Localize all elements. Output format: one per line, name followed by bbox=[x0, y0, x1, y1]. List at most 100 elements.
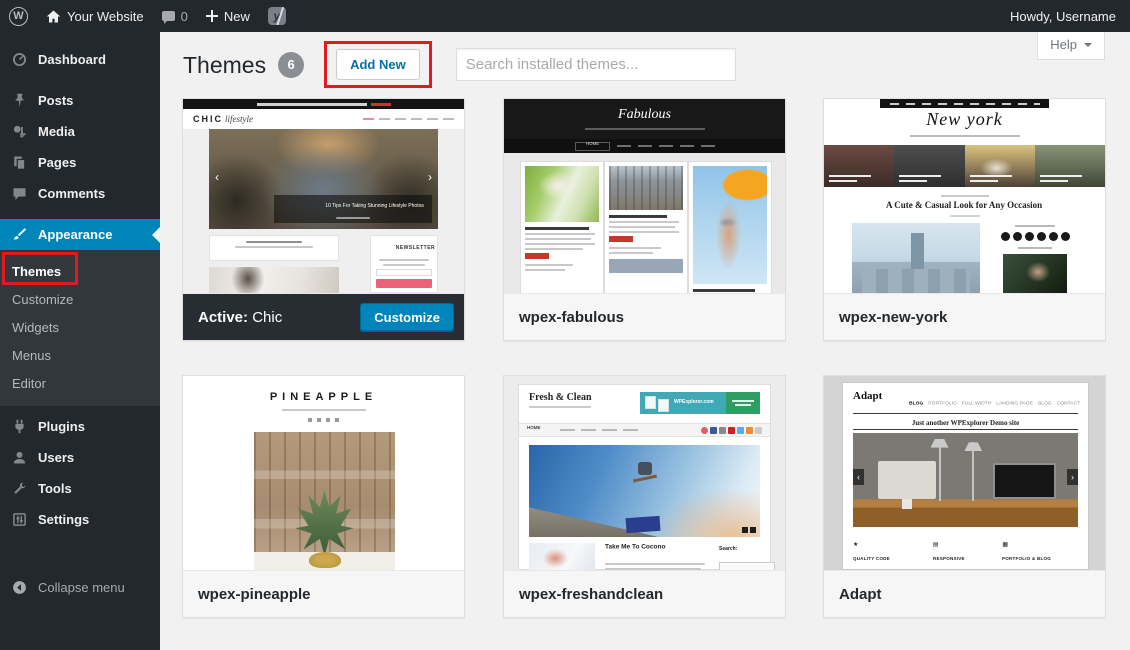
submenu-item-editor[interactable]: Editor bbox=[0, 369, 160, 397]
chic-nav bbox=[363, 118, 454, 120]
theme-name: wpex-freshandclean bbox=[519, 586, 663, 603]
chic-newsletter-box: NEWSLETTER bbox=[370, 235, 438, 293]
theme-count-badge: 6 bbox=[278, 52, 304, 78]
add-new-button[interactable]: Add New bbox=[336, 49, 420, 80]
post-photo bbox=[525, 166, 599, 222]
sidebar-item-media[interactable]: Media bbox=[0, 116, 160, 147]
slider-next-icon: › bbox=[428, 171, 432, 183]
paintbrush-icon bbox=[10, 227, 29, 242]
submenu-item-widgets[interactable]: Widgets bbox=[0, 313, 160, 341]
search-themes-input[interactable] bbox=[456, 48, 736, 81]
theme-preview-fabulous: Fabulous HOME bbox=[504, 99, 785, 293]
media-icon bbox=[10, 124, 29, 139]
theme-card-adapt[interactable]: Adapt BLOG PORTFOLIO FULL WIDTH LANDING … bbox=[823, 375, 1106, 618]
sidebar-label: Posts bbox=[38, 93, 73, 108]
sidebar-label: Tools bbox=[38, 481, 72, 496]
sidebar-item-tools[interactable]: Tools bbox=[0, 473, 160, 504]
help-label: Help bbox=[1050, 37, 1077, 52]
sidebar-item-plugins[interactable]: Plugins bbox=[0, 411, 160, 442]
wordpress-logo-icon: W bbox=[9, 7, 28, 26]
yoast-icon: y bbox=[268, 7, 286, 25]
submenu-label: Themes bbox=[12, 264, 61, 279]
chic-hero-photo: ‹ › 10 Tips For Taking Stunning Lifestyl… bbox=[209, 129, 438, 229]
slider-controls bbox=[742, 527, 756, 533]
desk-lamp bbox=[972, 442, 974, 500]
theme-card-new-york[interactable]: New york A Cute & Casual Look for Any Oc… bbox=[823, 98, 1106, 341]
sidebar-item-comments[interactable]: Comments bbox=[0, 178, 160, 209]
fabulous-header: Fabulous bbox=[504, 99, 785, 139]
fabulous-post-card bbox=[688, 161, 772, 293]
slider-next-icon: › bbox=[1067, 469, 1078, 485]
collapse-menu-button[interactable]: Collapse menu bbox=[0, 572, 160, 603]
sidebar-item-posts[interactable]: Posts bbox=[0, 85, 160, 116]
active-theme-bar: Active: Chic Customize bbox=[183, 293, 464, 340]
sidebar-item-pages[interactable]: Pages bbox=[0, 147, 160, 178]
sidebar-item-settings[interactable]: Settings bbox=[0, 504, 160, 535]
theme-name: Adapt bbox=[839, 586, 882, 603]
adapt-tagline: Just another WPExplorer Demo site bbox=[843, 416, 1088, 434]
read-more-chip bbox=[609, 236, 633, 242]
submenu-label: Menus bbox=[12, 348, 51, 363]
freshandclean-page: Fresh & Clean WPExplorer.com HOME bbox=[518, 384, 771, 570]
plugin-icon bbox=[10, 419, 29, 434]
submenu-item-themes[interactable]: Themes bbox=[0, 257, 160, 285]
freshandclean-nav: HOME bbox=[519, 423, 770, 437]
chevron-down-icon bbox=[1084, 43, 1092, 51]
submenu-item-customize[interactable]: Customize bbox=[0, 285, 160, 313]
fabulous-post-card bbox=[520, 161, 604, 293]
black-monitor bbox=[993, 463, 1056, 499]
freshandclean-post: Take Me To Cocono bbox=[605, 541, 709, 570]
submenu-label: Editor bbox=[12, 376, 46, 391]
chic-header: CHIC lifestyle bbox=[183, 109, 464, 129]
pushpin-icon bbox=[10, 93, 29, 108]
page-title: Themes bbox=[183, 50, 266, 80]
strip-photo bbox=[1035, 145, 1105, 187]
theme-card-fabulous[interactable]: Fabulous HOME bbox=[503, 98, 786, 341]
chic-topbar bbox=[183, 99, 464, 109]
active-theme-name: Active: Chic bbox=[198, 309, 282, 326]
theme-card-pineapple[interactable]: PINEAPPLE wpex-pineapple bbox=[182, 375, 465, 618]
about-photo bbox=[1003, 254, 1067, 293]
feature-column: ★QUALITY CODE bbox=[853, 533, 927, 570]
howdy-account-menu[interactable]: Howdy, Username bbox=[1010, 9, 1130, 24]
comments-shortcut[interactable]: 0 bbox=[153, 0, 197, 32]
social-icons bbox=[701, 427, 762, 434]
collapse-label: Collapse menu bbox=[38, 580, 125, 595]
slider-prev-icon: ‹ bbox=[215, 171, 219, 183]
newyork-city-photo bbox=[852, 223, 980, 293]
social-icons bbox=[990, 232, 1080, 241]
theme-preview-chic: CHIC lifestyle ‹ › 10 Tips For Taking St… bbox=[183, 99, 464, 293]
wordpress-logo-menu[interactable]: W bbox=[0, 0, 37, 32]
yoast-seo-menu[interactable]: y bbox=[259, 0, 295, 32]
sidebar-label: Media bbox=[38, 124, 75, 139]
sidebar-item-appearance[interactable]: Appearance bbox=[0, 219, 160, 250]
sidebar-label: Pages bbox=[38, 155, 76, 170]
new-content-menu[interactable]: New bbox=[197, 0, 259, 32]
comments-icon bbox=[10, 186, 29, 201]
sidebar-label: Appearance bbox=[38, 227, 112, 242]
submenu-item-menus[interactable]: Menus bbox=[0, 341, 160, 369]
freshandclean-ad-banner: WPExplorer.com bbox=[640, 392, 760, 414]
help-dropdown[interactable]: Help bbox=[1037, 32, 1105, 60]
read-more-chip bbox=[525, 253, 549, 259]
sidebar-item-dashboard[interactable]: Dashboard bbox=[0, 44, 160, 75]
collapse-arrow-icon bbox=[10, 580, 29, 595]
post-thumbnail bbox=[529, 543, 595, 570]
strip-photo bbox=[894, 145, 964, 187]
pineapple-logo: PINEAPPLE bbox=[183, 391, 464, 403]
theme-card-freshandclean[interactable]: Fresh & Clean WPExplorer.com HOME bbox=[503, 375, 786, 618]
newyork-sidebar bbox=[990, 223, 1080, 293]
adapt-page: Adapt BLOG PORTFOLIO FULL WIDTH LANDING … bbox=[842, 382, 1089, 570]
menu-separator bbox=[0, 209, 160, 219]
banner-text: WPExplorer.com bbox=[674, 399, 714, 405]
sidebar-item-users[interactable]: Users bbox=[0, 442, 160, 473]
page-header: Themes 6 Add New bbox=[183, 48, 736, 81]
customize-button[interactable]: Customize bbox=[360, 303, 454, 332]
submenu-label: Customize bbox=[12, 292, 73, 307]
new-label: New bbox=[224, 9, 250, 24]
wordpress-admin: W Your Website 0 New y Howdy, Username bbox=[0, 0, 1130, 650]
strip-photo bbox=[824, 145, 894, 187]
theme-card-chic[interactable]: CHIC lifestyle ‹ › 10 Tips For Taking St… bbox=[182, 98, 465, 341]
freshandclean-logo: Fresh & Clean bbox=[529, 392, 592, 403]
site-name-link[interactable]: Your Website bbox=[37, 0, 153, 32]
